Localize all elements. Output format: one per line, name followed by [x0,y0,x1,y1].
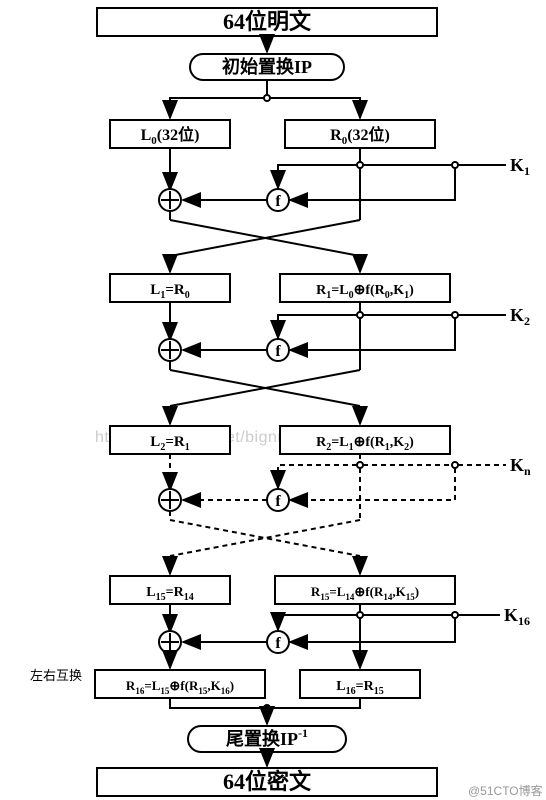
split-node-1 [264,95,270,101]
k16-joint [452,612,458,618]
f-icon-16: f [267,631,289,653]
r0-label: R0(32位) [330,125,390,147]
k2-label: K2 [510,305,530,328]
f-icon-n: f [267,489,289,511]
xor-icon-1 [159,189,181,211]
kn-joint [452,462,458,468]
tap-r0 [357,162,363,168]
swap-label: 左右互换 [30,668,82,683]
xor-icon-n [159,489,181,511]
k2-joint [452,312,458,318]
f-icon-1: f [267,189,289,211]
svg-text:f: f [275,343,281,360]
tap-r2 [357,462,363,468]
ip-label: 初始置换IP [222,56,312,77]
xor-icon-2 [159,339,181,361]
k1-label: K1 [510,155,530,178]
tap-r15 [357,612,363,618]
ipinv-label: 尾置换IP-1 [226,726,308,749]
tap-r1 [357,312,363,318]
l0-label: L0(32位) [141,125,200,147]
k1-joint [452,162,458,168]
svg-text:f: f [275,193,281,210]
k16-label: K16 [504,605,530,628]
xor-icon-16 [159,631,181,653]
ciphertext-label: 64位密文 [223,769,312,794]
kn-label: Kn [510,455,531,478]
merge-node [264,705,270,711]
svg-text:f: f [275,635,281,652]
svg-text:f: f [275,493,281,510]
plaintext-label: 64位明文 [223,9,312,34]
f-icon-2: f [267,339,289,361]
watermark-blog: @51CTO博客 [468,783,543,798]
